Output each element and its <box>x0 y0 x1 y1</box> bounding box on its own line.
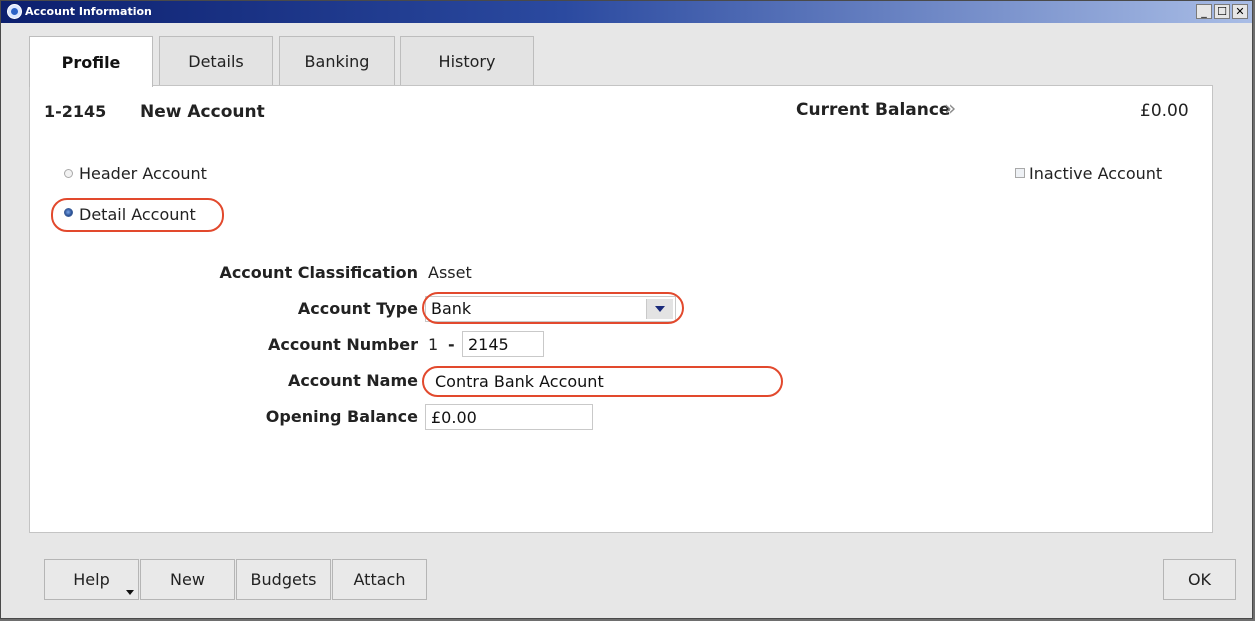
title-bar: Account Information _ ☐ ✕ <box>1 1 1252 23</box>
account-number-label: Account Number <box>268 335 418 354</box>
close-icon[interactable]: ✕ <box>1232 4 1248 19</box>
radio-selected-icon <box>64 208 73 217</box>
window-controls: _ ☐ ✕ <box>1196 4 1248 19</box>
balance-details-icon[interactable]: » <box>944 96 956 120</box>
tab-profile[interactable]: Profile <box>29 36 153 87</box>
header-account-label: Header Account <box>79 164 207 183</box>
current-balance-label: Current Balance <box>796 100 951 120</box>
account-name-input[interactable] <box>429 368 777 394</box>
opening-balance-input[interactable] <box>425 404 593 430</box>
help-button-label: Help <box>73 570 110 589</box>
account-id: 1-2145 <box>44 102 107 121</box>
account-number-separator: - <box>448 335 455 354</box>
attach-button[interactable]: Attach <box>332 559 427 600</box>
minimize-icon[interactable]: _ <box>1196 4 1212 19</box>
tab-details[interactable]: Details <box>159 36 273 86</box>
current-balance-value: £0.00 <box>1140 101 1189 121</box>
radio-icon <box>64 169 73 178</box>
account-classification-label: Account Classification <box>219 263 418 282</box>
window-title: Account Information <box>25 5 152 18</box>
app-icon <box>7 4 22 19</box>
account-type-select[interactable]: Bank <box>425 296 676 322</box>
budgets-button[interactable]: Budgets <box>236 559 331 600</box>
help-button[interactable]: Help <box>44 559 139 600</box>
detail-account-radio[interactable]: Detail Account <box>64 205 224 227</box>
tab-banking[interactable]: Banking <box>279 36 395 86</box>
opening-balance-label: Opening Balance <box>265 407 418 426</box>
account-type-label: Account Type <box>297 299 418 318</box>
account-number-input[interactable] <box>462 331 544 357</box>
checkbox-icon <box>1015 168 1025 178</box>
account-type-value: Bank <box>431 299 472 318</box>
account-number-prefix: 1 <box>428 335 439 354</box>
ok-button[interactable]: OK <box>1163 559 1236 600</box>
account-information-window: Account Information _ ☐ ✕ Profile Detail… <box>0 0 1253 619</box>
new-button[interactable]: New <box>140 559 235 600</box>
chevron-down-icon[interactable] <box>646 299 673 319</box>
tab-history[interactable]: History <box>400 36 534 86</box>
detail-account-label: Detail Account <box>79 205 196 224</box>
account-name-label: Account Name <box>287 371 418 390</box>
account-title: New Account <box>140 102 265 122</box>
profile-panel: 1-2145 New Account Current Balance » £0.… <box>29 85 1213 533</box>
dropdown-caret-icon <box>126 590 134 595</box>
inactive-account-checkbox[interactable]: Inactive Account <box>1015 164 1175 186</box>
header-account-radio[interactable]: Header Account <box>64 164 224 186</box>
maximize-icon[interactable]: ☐ <box>1214 4 1230 19</box>
inactive-account-label: Inactive Account <box>1029 164 1163 183</box>
account-classification-value: Asset <box>428 263 472 282</box>
